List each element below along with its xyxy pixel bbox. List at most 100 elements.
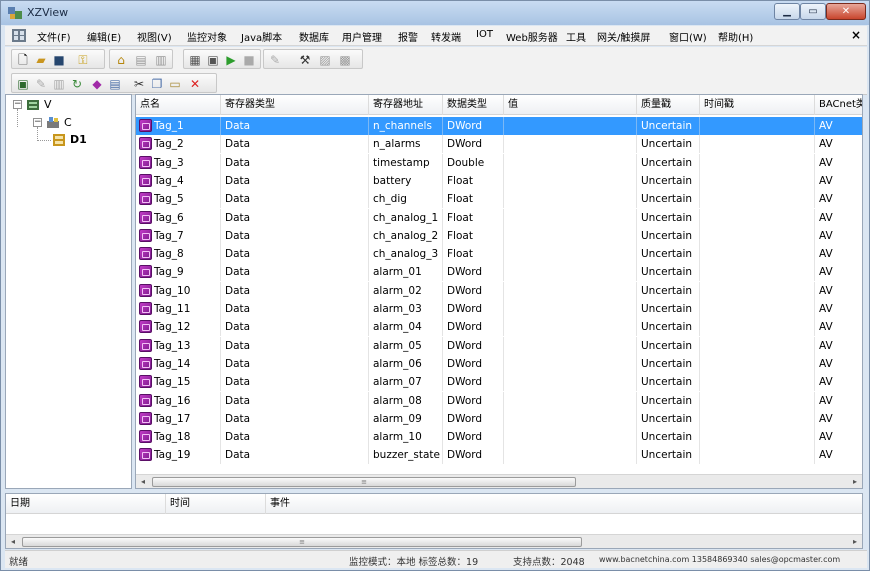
table-row[interactable]: Tag_2 Data n_alarms DWord Uncertain AV (136, 135, 862, 154)
home-icon[interactable]: ⌂ (114, 53, 128, 67)
cell-timestamp-container[interactable] (700, 336, 815, 355)
cell-data-type-container[interactable]: Float (443, 226, 504, 245)
table-row[interactable]: Tag_13 Data alarm_05 DWord Uncertain AV (136, 336, 862, 355)
table-row[interactable]: Tag_16 Data alarm_08 DWord Uncertain AV (136, 391, 862, 410)
cell-register-address-container[interactable]: alarm_05 (369, 336, 443, 355)
cell-bacnet-type-container[interactable]: AV (815, 300, 862, 318)
cell-bacnet-type-container[interactable]: AV (815, 263, 862, 281)
new-file-icon[interactable]: 🗋 (16, 53, 30, 67)
cell-quality-container[interactable]: Uncertain (637, 428, 700, 447)
cell-quality-container[interactable]: Uncertain (637, 281, 700, 300)
play-icon[interactable]: ▶ (224, 53, 238, 67)
table-row[interactable]: Tag_12 Data alarm_04 DWord Uncertain AV (136, 318, 862, 337)
cell-quality-container[interactable]: Uncertain (637, 208, 700, 227)
scrollbar-thumb[interactable]: ≡ (152, 477, 576, 487)
cell-timestamp-container[interactable] (700, 428, 815, 447)
key-icon[interactable]: ⚿ (76, 53, 90, 67)
table-horizontal-scrollbar[interactable]: ◂ ≡ ▸ (136, 474, 862, 488)
column-header-register-type[interactable]: 寄存器类型 (221, 95, 369, 115)
cell-bacnet-type-container[interactable]: AV (815, 355, 862, 373)
cell-timestamp-container[interactable] (700, 153, 815, 172)
cell-bacnet-type-container[interactable]: AV (815, 172, 862, 190)
cell-name-container[interactable]: Tag_15 (136, 373, 221, 392)
cell-timestamp-container[interactable] (700, 391, 815, 410)
cell-value-container[interactable] (504, 171, 637, 190)
cell-register-address-container[interactable]: alarm_06 (369, 354, 443, 373)
cell-name-container[interactable]: Tag_8 (136, 245, 221, 264)
scroll-right-icon[interactable]: ▸ (848, 475, 862, 488)
menu-java-script[interactable]: Java脚本 (241, 29, 282, 44)
maximize-button[interactable]: ▭ (800, 3, 826, 20)
cell-register-type-container[interactable]: Data (221, 373, 369, 392)
event-scroll-right-icon[interactable]: ▸ (848, 535, 862, 549)
cell-register-type-container[interactable]: Data (221, 153, 369, 172)
cell-register-address-container[interactable]: alarm_03 (369, 300, 443, 318)
cell-data-type-container[interactable]: Float (443, 245, 504, 264)
table-row[interactable]: Tag_19 Data buzzer_state DWord Uncertain AV (136, 446, 862, 465)
cell-timestamp-container[interactable] (700, 190, 815, 209)
cell-value-container[interactable] (504, 300, 637, 318)
cell-register-address-container[interactable]: alarm_02 (369, 281, 443, 300)
table-icon[interactable]: ▩ (338, 53, 352, 67)
cell-quality-container[interactable]: Uncertain (637, 318, 700, 337)
cell-quality-container[interactable]: Uncertain (637, 190, 700, 209)
cell-data-type-container[interactable]: DWord (443, 318, 504, 337)
cell-register-type-container[interactable]: Data (221, 135, 369, 154)
table-row[interactable]: Tag_17 Data alarm_09 DWord Uncertain AV (136, 409, 862, 428)
tree-node-v[interactable]: V (44, 98, 52, 111)
cell-register-type-container[interactable]: Data (221, 226, 369, 245)
menu-gateway[interactable]: 网关/触摸屏 (597, 29, 650, 44)
cell-bacnet-type-container[interactable]: AV (815, 117, 862, 135)
table-row[interactable]: Tag_15 Data alarm_07 DWord Uncertain AV (136, 373, 862, 392)
cell-quality-container[interactable]: Uncertain (637, 263, 700, 282)
cell-name-container[interactable]: Tag_14 (136, 354, 221, 373)
edit-device-icon[interactable]: ✎ (34, 77, 48, 91)
cell-timestamp-container[interactable] (700, 446, 815, 465)
expand-toggle-c[interactable]: − (33, 118, 42, 127)
table-row[interactable]: Tag_8 Data ch_analog_3 Float Uncertain AV (136, 245, 862, 264)
menu-user-management[interactable]: 用户管理 (342, 29, 382, 44)
tree-node-c[interactable]: C (64, 116, 72, 129)
cell-timestamp-container[interactable] (700, 117, 815, 135)
cell-register-address-container[interactable]: n_channels (369, 117, 443, 135)
cell-name-container[interactable]: Tag_5 (136, 190, 221, 209)
cell-register-address-container[interactable]: buzzer_state (369, 446, 443, 465)
cell-register-type-container[interactable]: Data (221, 446, 369, 465)
cell-register-type-container[interactable]: Data (221, 171, 369, 190)
cell-register-type-container[interactable]: Data (221, 428, 369, 447)
open-folder-icon[interactable]: ▰ (34, 53, 48, 67)
table-row[interactable]: Tag_6 Data ch_analog_1 Float Uncertain AV (136, 208, 862, 227)
cell-bacnet-type-container[interactable]: AV (815, 245, 862, 263)
cell-quality-container[interactable]: Uncertain (637, 354, 700, 373)
cell-timestamp-container[interactable] (700, 409, 815, 428)
menu-database[interactable]: 数据库 (299, 29, 329, 44)
device-props-icon[interactable]: ▥ (52, 77, 66, 91)
wrench-icon[interactable]: ✎ (268, 53, 282, 67)
cell-register-address-container[interactable]: timestamp (369, 153, 443, 172)
cell-quality-container[interactable]: Uncertain (637, 226, 700, 245)
cell-quality-container[interactable]: Uncertain (637, 135, 700, 154)
cell-quality-container[interactable]: Uncertain (637, 245, 700, 264)
cell-timestamp-container[interactable] (700, 226, 815, 245)
tag-group-icon[interactable]: ▤ (108, 77, 122, 91)
cell-data-type-container[interactable]: DWord (443, 117, 504, 135)
cell-register-type-container[interactable]: Data (221, 263, 369, 282)
cell-bacnet-type-container[interactable]: AV (815, 428, 862, 446)
tools-icon[interactable]: ⚒ (298, 53, 312, 67)
cell-quality-container[interactable]: Uncertain (637, 446, 700, 465)
cell-bacnet-type-container[interactable]: AV (815, 318, 862, 336)
menu-file[interactable]: 文件(F) (37, 29, 71, 44)
copy-list-icon[interactable]: ▥ (154, 53, 168, 67)
cell-value-container[interactable] (504, 428, 637, 447)
menu-web-server[interactable]: Web服务器 (506, 29, 558, 44)
cell-timestamp-container[interactable] (700, 171, 815, 190)
cell-bacnet-type-container[interactable]: AV (815, 227, 862, 245)
menu-edit[interactable]: 编辑(E) (87, 29, 121, 44)
menu-window[interactable]: 窗口(W) (669, 29, 707, 44)
cell-register-address-container[interactable]: alarm_08 (369, 391, 443, 410)
cell-name-container[interactable]: Tag_16 (136, 391, 221, 410)
cell-timestamp-container[interactable] (700, 318, 815, 337)
menu-iot[interactable]: IOT (476, 29, 493, 40)
cell-data-type-container[interactable]: DWord (443, 354, 504, 373)
cell-register-address-container[interactable]: ch_dig (369, 190, 443, 209)
